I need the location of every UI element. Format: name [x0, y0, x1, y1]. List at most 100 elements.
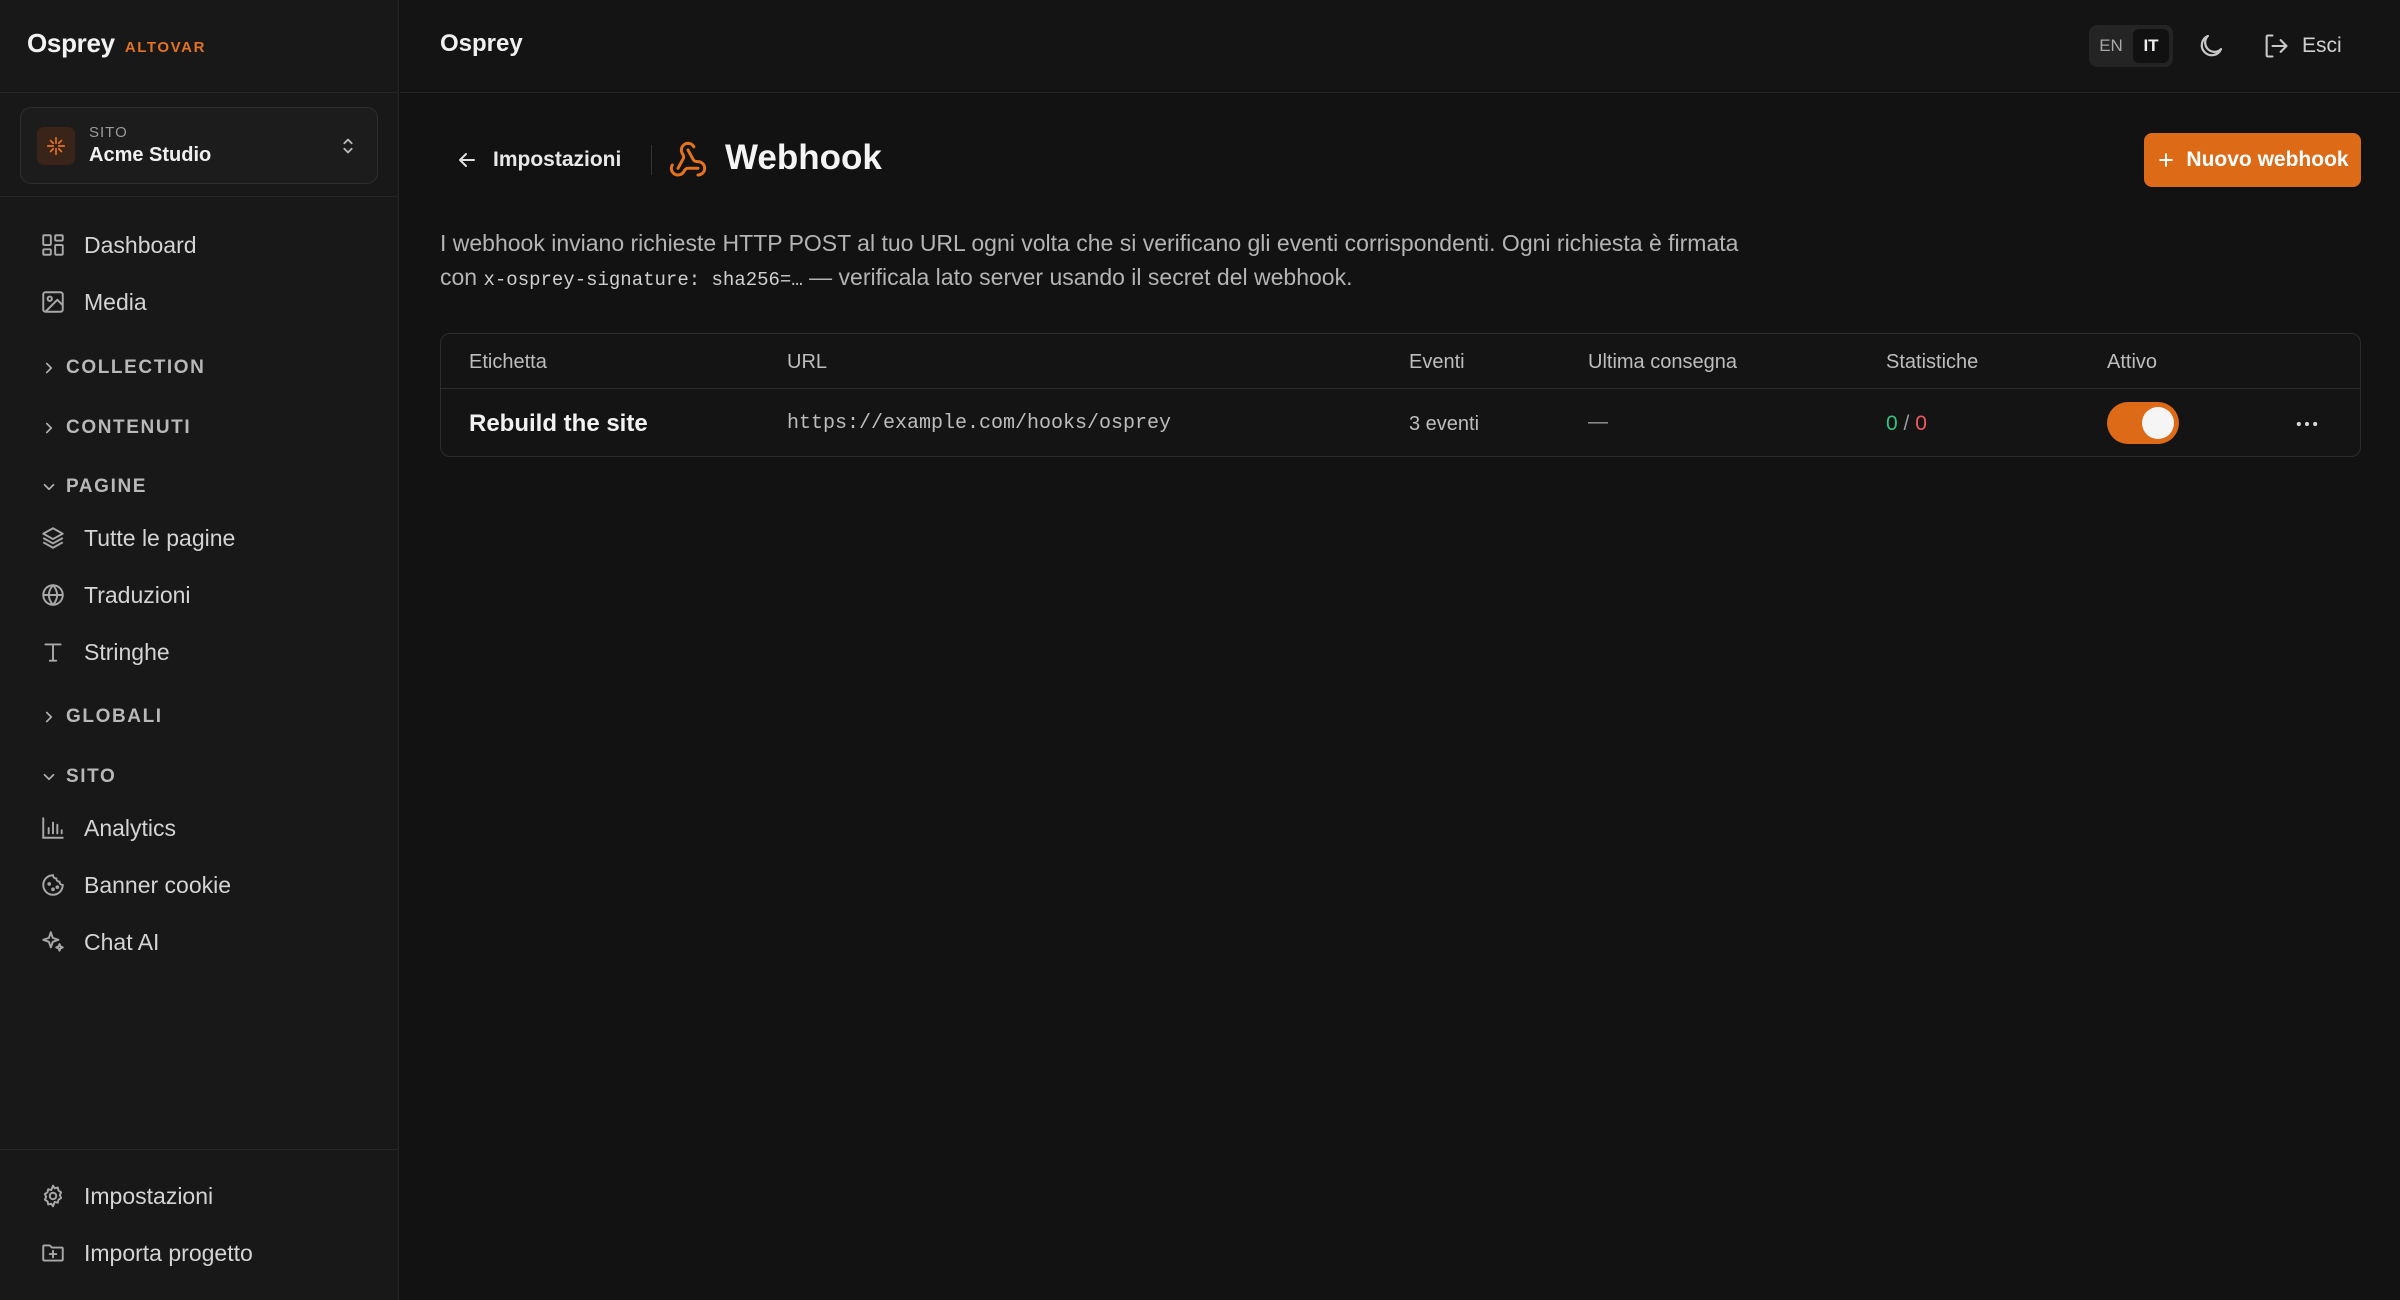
- sidebar-item-label: Chat AI: [84, 928, 160, 955]
- sidebar-section-label: PAGINE: [66, 476, 148, 497]
- brand: Osprey ALTOVAR: [27, 28, 206, 62]
- plus-icon: [2159, 153, 2174, 167]
- stats-failure-count: 0: [1915, 412, 1927, 435]
- sidebar-item-label: Traduzioni: [84, 581, 191, 608]
- folder-import-icon: [42, 1244, 64, 1262]
- lang-en-button[interactable]: EN: [2093, 29, 2129, 63]
- back-label: Impostazioni: [493, 148, 622, 171]
- logout-button[interactable]: Esci: [2262, 28, 2342, 64]
- active-toggle[interactable]: [2107, 402, 2179, 444]
- toggle-knob: [2142, 407, 2174, 439]
- type-icon: [44, 643, 62, 662]
- sidebar-item-impostazioni[interactable]: Impostazioni: [20, 1172, 378, 1220]
- logout-label: Esci: [2302, 34, 2342, 57]
- webhook-url: https://example.com/hooks/osprey: [787, 412, 1172, 435]
- column-header-last-delivery: Ultima consegna: [1588, 351, 1737, 373]
- sparkle-icon: [46, 136, 66, 155]
- sidebar-section-sito[interactable]: SITO: [20, 760, 378, 794]
- moon-icon[interactable]: [2196, 31, 2226, 61]
- sidebar-section-pagine[interactable]: PAGINE: [20, 470, 378, 504]
- page-description: I webhook inviano richieste HTTP POST al…: [440, 226, 1760, 297]
- sparkles-icon: [42, 931, 64, 952]
- logout-icon: [2265, 34, 2288, 58]
- sidebar-section-label: COLLECTION: [66, 357, 206, 378]
- sidebar-item-label: Stringhe: [84, 638, 170, 665]
- arrow-left-icon: [459, 153, 475, 167]
- stats-success-count: 0: [1886, 412, 1898, 435]
- lang-it-button[interactable]: IT: [2133, 29, 2169, 63]
- sidebar-item-label: Media: [84, 288, 147, 315]
- webhooks-table: Etichetta URL Eventi Ultima consegna Sta…: [440, 333, 2361, 457]
- bar-chart-icon: [42, 817, 64, 839]
- chevron-right-icon: [45, 711, 53, 723]
- sidebar-item-tutte-le-pagine[interactable]: Tutte le pagine: [20, 514, 378, 562]
- column-header-url: URL: [787, 351, 828, 373]
- sidebar-item-analytics[interactable]: Analytics: [20, 804, 378, 852]
- webhook-label[interactable]: Rebuild the site: [469, 410, 648, 438]
- chevron-right-icon: [45, 422, 53, 434]
- sidebar-divider: [0, 1149, 399, 1150]
- sidebar-section-globali[interactable]: GLOBALI: [20, 700, 378, 734]
- sidebar-item-label: Banner cookie: [84, 871, 232, 898]
- column-header-stats: Statistiche: [1886, 351, 1979, 373]
- site-kicker: SITO: [89, 124, 128, 141]
- gear-icon: [43, 1184, 63, 1208]
- sidebar: Osprey ALTOVAR SITO Acme Studio Dashboar…: [0, 0, 399, 1300]
- globe-icon: [42, 583, 64, 607]
- chevron-right-icon: [45, 362, 53, 374]
- more-horizontal-icon[interactable]: [2293, 410, 2321, 438]
- site-text: SITO Acme Studio: [89, 124, 337, 167]
- sidebar-item-chat-ai[interactable]: Chat AI: [20, 918, 378, 966]
- brand-tag: ALTOVAR: [124, 39, 207, 56]
- chevron-down-icon: [43, 483, 55, 491]
- chevrons-up-down-icon: [343, 138, 353, 153]
- page-title: Webhook: [725, 138, 882, 177]
- column-header-active: Attivo: [2107, 351, 2158, 373]
- table-header: Etichetta URL Eventi Ultima consegna Sta…: [441, 334, 2360, 389]
- sidebar-item-label: Tutte le pagine: [84, 524, 236, 551]
- webhook-stats: 0 / 0: [1886, 412, 1927, 436]
- sidebar-section-contenuti[interactable]: CONTENUTI: [20, 411, 378, 445]
- sidebar-item-dashboard[interactable]: Dashboard: [20, 221, 378, 269]
- site-logo: [37, 126, 75, 165]
- sidebar-item-label: Impostazioni: [84, 1182, 214, 1209]
- sidebar-section-label: SITO: [66, 766, 117, 787]
- new-webhook-button[interactable]: Nuovo webhook: [2144, 133, 2361, 187]
- webhook-events: 3 eventi: [1409, 413, 1480, 435]
- cookie-icon: [42, 874, 64, 896]
- sidebar-divider: [0, 196, 399, 197]
- image-icon: [42, 291, 64, 313]
- brand-name: Osprey: [27, 28, 115, 58]
- language-switch: EN IT: [2089, 25, 2173, 67]
- sidebar-item-label: Analytics: [84, 814, 177, 841]
- sidebar-item-stringhe[interactable]: Stringhe: [20, 628, 378, 676]
- top-bar: Osprey EN IT Esci: [400, 0, 2400, 93]
- column-header-label: Etichetta: [469, 351, 547, 373]
- sidebar-item-importa-progetto[interactable]: Importa progetto: [20, 1229, 378, 1277]
- sidebar-divider: [0, 92, 399, 93]
- signature-header-code: x-osprey-signature: sha256=…: [483, 269, 803, 291]
- sidebar-section-collection[interactable]: COLLECTION: [20, 351, 378, 385]
- dashboard-icon: [42, 234, 64, 256]
- description-text: — verificala lato server usando il secre…: [802, 264, 1353, 290]
- webhook-icon: [669, 141, 707, 177]
- site-name: Acme Studio: [89, 144, 212, 166]
- sidebar-item-banner-cookie[interactable]: Banner cookie: [20, 861, 378, 909]
- chevron-down-icon: [43, 773, 55, 781]
- sidebar-section-label: CONTENUTI: [66, 417, 192, 438]
- stats-separator: /: [1903, 412, 1910, 435]
- sidebar-item-media[interactable]: Media: [20, 278, 378, 326]
- table-row[interactable]: Rebuild the site https://example.com/hoo…: [441, 390, 2360, 456]
- sidebar-item-label: Dashboard: [84, 231, 197, 258]
- title-separator: [651, 145, 652, 175]
- sidebar-item-label: Importa progetto: [84, 1239, 253, 1266]
- sidebar-item-traduzioni[interactable]: Traduzioni: [20, 571, 378, 619]
- column-header-events: Eventi: [1409, 351, 1465, 373]
- site-switcher[interactable]: SITO Acme Studio: [20, 107, 378, 184]
- sidebar-section-label: GLOBALI: [66, 706, 163, 727]
- new-webhook-label: Nuovo webhook: [2186, 148, 2349, 171]
- app-title: Osprey: [440, 30, 523, 57]
- back-to-settings-link[interactable]: Impostazioni: [455, 142, 621, 178]
- webhook-last-delivery: —: [1588, 411, 1608, 433]
- layers-icon: [42, 527, 64, 549]
